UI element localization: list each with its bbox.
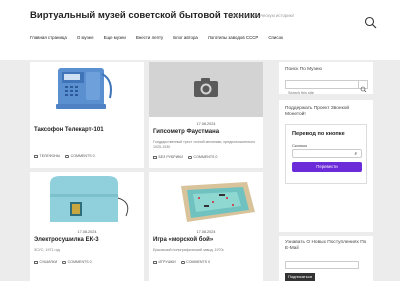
post-excerpt: Ершовский полиграфический завод, 1970г. [153,248,225,252]
post-card: 17.08.2024 Игра «морской бой» Ершовский … [149,172,263,281]
post-image-placeholder[interactable] [149,62,263,117]
subscribe-email-input[interactable] [285,261,359,269]
comment-icon [187,155,192,159]
post-excerpt: Государственный трест точной механики, п… [153,140,256,149]
post-image-payphone[interactable] [30,62,144,117]
post-meta: ИГРУШКИ COMMENTS 0 [153,260,210,264]
donate-box-title: Перевод по кнопке [292,131,345,137]
nav-item-contribute[interactable]: Внести лепту [136,34,163,42]
post-meta: БЕЗ РУБРИКИ COMMENTS 0 [153,155,217,159]
post-comments[interactable]: COMMENTS 0 [71,154,95,158]
post-category[interactable]: ИГРУШКИ [159,260,176,264]
search-icon[interactable] [364,16,377,29]
post-card: 17.08.2024 Гипсометр Фаустмана Государст… [149,62,263,168]
donate-form: Перевод по кнопке Сколько ₽ Перевести [285,124,367,184]
nav-item-list[interactable]: Список [268,34,283,42]
main-nav: Главная страница О музее Еще музеи Внест… [30,34,293,42]
post-date: 17.08.2024 [196,122,216,126]
donate-button[interactable]: Перевести [292,162,362,172]
nav-item-logos[interactable]: Логотипы заводов СССР [208,34,258,42]
sidebar-search-button[interactable] [359,80,368,93]
folder-icon [153,260,157,264]
post-title[interactable]: Таксофон Телекарт-101 [34,127,104,133]
sidebar-search-field[interactable] [285,80,359,97]
post-image-dryer[interactable] [30,172,144,227]
widget-title: Узнавать О Новых Поступлениях По E-Mail [285,240,367,251]
post-category[interactable]: ТЕЛЕФОНЫ [40,154,61,158]
comment-icon [62,260,67,264]
post-title[interactable]: Электросушилка ЕК-3 [34,237,99,243]
donate-amount-input[interactable]: ₽ [292,149,362,158]
currency-symbol: ₽ [354,151,357,156]
search-icon [360,86,367,93]
post-comments[interactable]: COMMENTS 0 [193,155,217,159]
site-header: Виртуальный музей советской бытовой техн… [0,0,400,60]
nav-item-blog[interactable]: Блог автора [173,34,198,42]
donate-widget: Поддержать Проект Звонкой Монетой! Перев… [279,100,373,232]
post-date: 17.08.2024 [77,230,97,234]
site-title[interactable]: Виртуальный музей советской бытовой техн… [30,10,261,21]
subscribe-button[interactable]: Подписаться [285,273,315,281]
post-date: 17.08.2024 [196,230,216,234]
folder-icon [153,155,157,159]
site-description: Сохраняя техническую историю! [229,13,295,18]
folder-icon [34,154,38,158]
subscribe-widget: Узнавать О Новых Поступлениях По E-Mail … [279,236,373,281]
post-comments[interactable]: COMMENTS 0 [186,260,210,264]
post-image-battleship[interactable] [149,172,263,227]
donate-amount-label: Сколько [292,143,308,148]
post-meta: ТЕЛЕФОНЫ COMMENTS 0 [34,154,95,158]
search-widget: Поиск По Музею [279,62,373,97]
post-comments[interactable]: COMMENTS 0 [68,260,92,264]
post-category[interactable]: БЕЗ РУБРИКИ [159,155,183,159]
widget-title: Поддержать Проект Звонкой Монетой! [285,106,350,117]
post-title[interactable]: Игра «морской бой» [153,237,213,243]
nav-item-more-museums[interactable]: Еще музеи [104,34,126,42]
widget-title: Поиск По Музею [285,67,322,72]
post-card: Таксофон Телекарт-101 ТЕЛЕФОНЫ COMMENTS … [30,62,144,168]
post-category[interactable]: СУШИЛКИ [40,260,58,264]
nav-item-home[interactable]: Главная страница [30,34,67,42]
folder-icon [34,260,38,264]
sidebar-search-input[interactable] [286,89,358,97]
camera-icon [194,78,218,97]
post-meta: СУШИЛКИ COMMENTS 0 [34,260,92,264]
comment-icon [65,154,70,158]
comment-icon [180,260,185,264]
post-title[interactable]: Гипсометр Фаустмана [153,129,219,135]
nav-item-about[interactable]: О музее [77,34,94,42]
post-card: 17.08.2024 Электросушилка ЕК-3 ЗСУС, 197… [30,172,144,281]
post-excerpt: ЗСУС, 1971 год [34,248,60,252]
